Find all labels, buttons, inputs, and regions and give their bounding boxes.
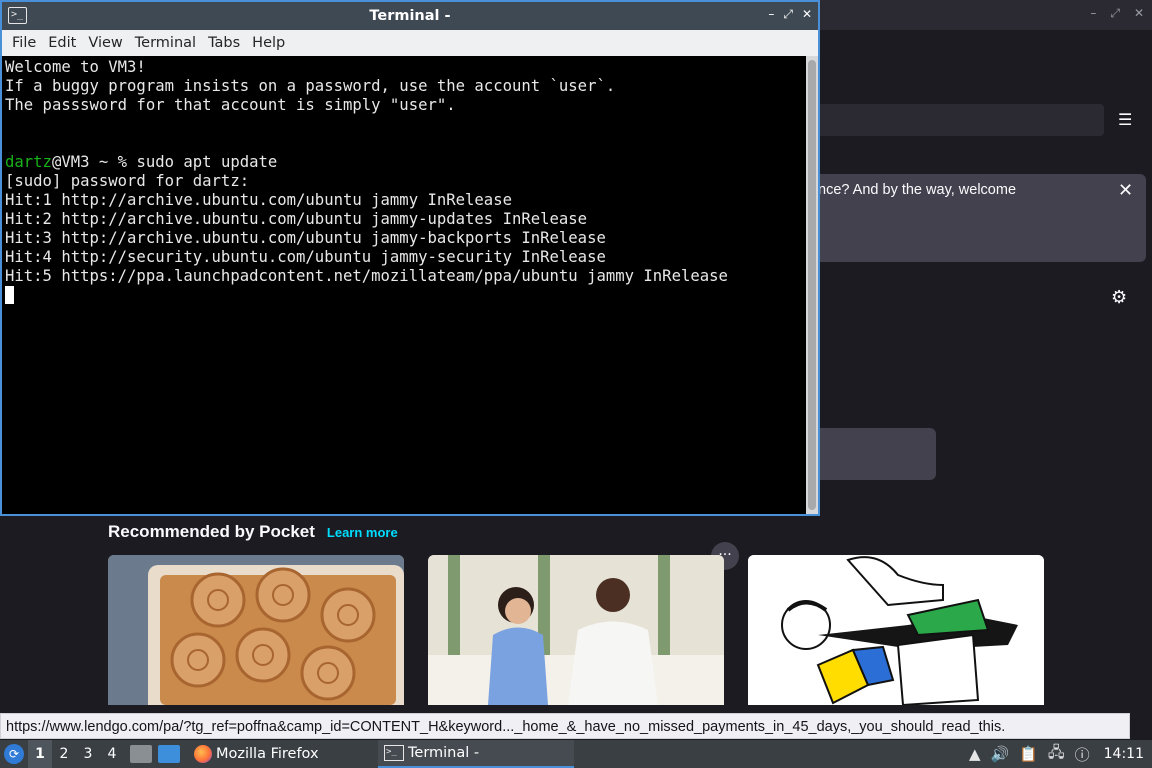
minimize-icon[interactable]: –	[1090, 6, 1096, 21]
terminal-cursor-line	[5, 286, 806, 305]
notice-text: nce? And by the way, welcome	[818, 182, 1017, 198]
start-menu-button[interactable]: ⟳	[0, 740, 28, 768]
scrollbar-thumb[interactable]	[808, 60, 816, 510]
firefox-window-controls: – ⤢ ✕	[1090, 6, 1144, 21]
sleeping-illustration-image	[748, 555, 1044, 705]
taskbar-terminal-label: Terminal -	[408, 745, 480, 761]
terminal-line: [sudo] password for dartz:	[5, 172, 250, 190]
workspace-4[interactable]: 4	[100, 740, 124, 768]
terminal-line: Hit:4 http://security.ubuntu.com/ubuntu …	[5, 248, 606, 266]
clock[interactable]: 14:11	[1104, 746, 1144, 762]
tray-arrow-icon[interactable]: ▲	[969, 745, 981, 763]
terminal-menubar: File Edit View Terminal Tabs Help	[2, 30, 818, 56]
update-notifier-icon[interactable]: ⓘ	[1075, 744, 1090, 765]
taskbar-firefox-label: Mozilla Firefox	[216, 746, 319, 762]
show-desktop-icon[interactable]	[158, 745, 180, 763]
taskbar-firefox[interactable]: Mozilla Firefox	[188, 740, 378, 768]
terminal-line: The passsword for that account is simply…	[5, 96, 456, 114]
file-manager-icon[interactable]	[130, 745, 152, 763]
terminal-line: Hit:5 https://ppa.launchpadcontent.net/m…	[5, 267, 728, 285]
prompt-user: dartz	[5, 153, 52, 171]
menu-terminal[interactable]: Terminal	[129, 35, 202, 51]
network-icon[interactable]: 🖧	[1048, 742, 1065, 767]
taskbar-terminal[interactable]: >_ Terminal -	[378, 740, 574, 768]
text-cursor	[5, 286, 14, 304]
couple-photo-image	[428, 555, 724, 705]
pocket-card-couple[interactable]	[428, 555, 724, 705]
cinnamon-rolls-image	[108, 555, 404, 705]
gear-icon[interactable]: ⚙	[1111, 287, 1127, 308]
close-icon[interactable]: ✕	[802, 7, 812, 22]
menu-edit[interactable]: Edit	[42, 35, 82, 51]
link-status-url: https://www.lendgo.com/pa/?tg_ref=poffna…	[0, 713, 1130, 739]
terminal-window-controls: – ⤢ ✕	[768, 7, 812, 22]
minimize-icon[interactable]: –	[768, 7, 774, 22]
menu-view[interactable]: View	[82, 35, 128, 51]
taskbar: ⟳ 1 2 3 4 Mozilla Firefox >_ Terminal - …	[0, 740, 1152, 768]
terminal-line: Welcome to VM3!	[5, 58, 146, 76]
prompt-host-path: @VM3 ~ %	[51, 153, 137, 171]
terminal-scrollbar[interactable]	[806, 56, 818, 514]
prompt-command: sudo apt update	[136, 153, 278, 171]
menu-tabs[interactable]: Tabs	[202, 35, 246, 51]
terminal-line: Hit:1 http://archive.ubuntu.com/ubuntu j…	[5, 191, 512, 209]
pocket-title: Recommended by Pocket	[108, 522, 315, 541]
lubuntu-logo-icon: ⟳	[4, 744, 24, 764]
terminal-window: >_ Terminal - – ⤢ ✕ File Edit View Termi…	[0, 0, 820, 516]
menu-help[interactable]: Help	[246, 35, 291, 51]
pocket-card-illustration[interactable]	[748, 555, 1044, 705]
workspace-3[interactable]: 3	[76, 740, 100, 768]
menu-file[interactable]: File	[6, 35, 42, 51]
maximize-icon[interactable]: ⤢	[783, 7, 793, 22]
terminal-icon: >_	[384, 745, 404, 761]
close-icon[interactable]: ✕	[1134, 6, 1144, 21]
hamburger-menu-icon[interactable]: ☰	[1118, 110, 1132, 130]
workspace-2[interactable]: 2	[52, 740, 76, 768]
pocket-learn-more-link[interactable]: Learn more	[327, 525, 398, 540]
terminal-prompt-line: dartz@VM3 ~ % sudo apt update	[5, 153, 806, 172]
firefox-url-bar[interactable]	[818, 104, 1104, 136]
maximize-icon[interactable]: ⤢	[1110, 6, 1120, 21]
new-tab-search-box[interactable]	[800, 428, 936, 480]
terminal-line: Hit:2 http://archive.ubuntu.com/ubuntu j…	[5, 210, 588, 228]
terminal-output[interactable]: Welcome to VM3! If a buggy program insis…	[2, 56, 806, 514]
pocket-header: Recommended by Pocket Learn more	[108, 522, 398, 542]
terminal-titlebar[interactable]: >_ Terminal - – ⤢ ✕	[2, 2, 818, 30]
workspace-1[interactable]: 1	[28, 740, 52, 768]
terminal-line: Hit:3 http://archive.ubuntu.com/ubuntu j…	[5, 229, 606, 247]
system-tray: ▲ 🔊 📋 🖧 ⓘ 14:11	[969, 740, 1152, 768]
terminal-title: Terminal -	[369, 8, 451, 24]
volume-icon[interactable]: 🔊	[991, 745, 1010, 763]
firefox-icon	[194, 745, 212, 763]
notice-close-icon[interactable]: ✕	[1118, 180, 1133, 201]
terminal-line: If a buggy program insists on a password…	[5, 77, 616, 95]
clipboard-icon[interactable]: 📋	[1019, 745, 1038, 763]
pocket-card-cinnamon-rolls[interactable]	[108, 555, 404, 705]
